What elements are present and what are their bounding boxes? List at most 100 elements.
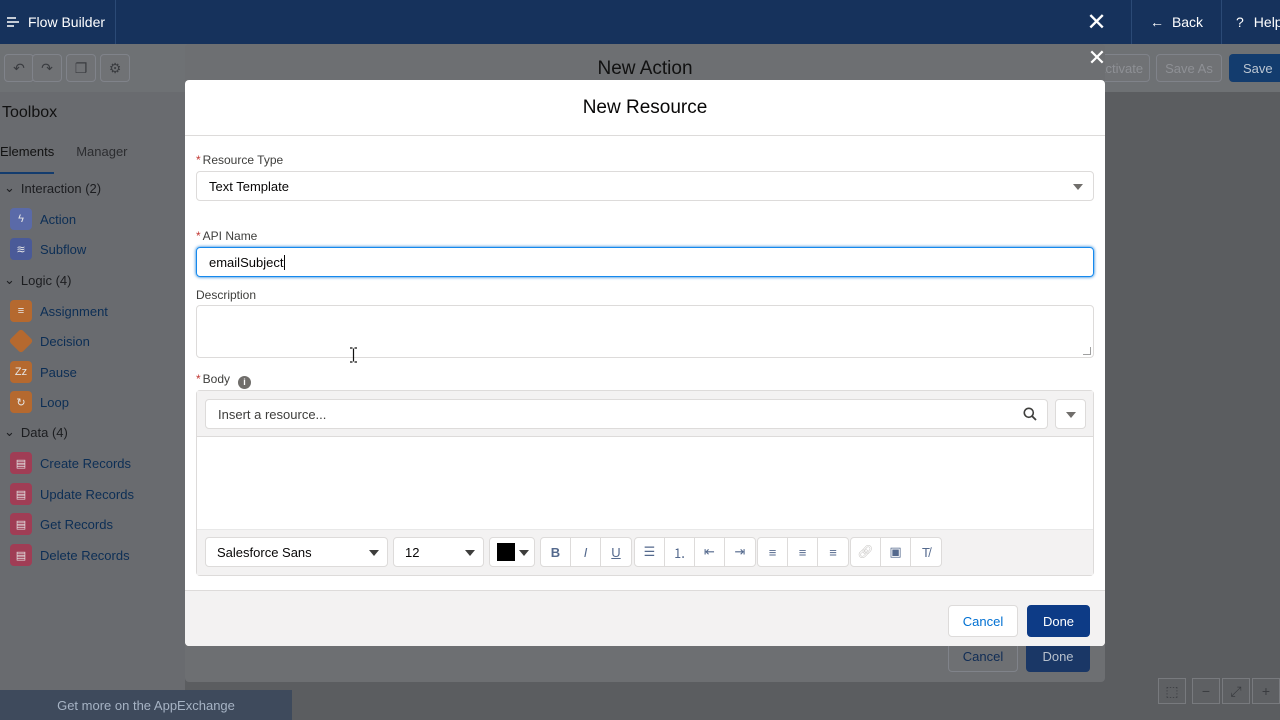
info-icon[interactable]: i: [238, 375, 252, 389]
search-icon: [1023, 407, 1037, 421]
resource-type-select[interactable]: Text Template: [196, 171, 1094, 201]
help-button[interactable]: ? Help: [1222, 0, 1280, 44]
modal-title: New Resource: [582, 96, 708, 118]
required-marker: *: [196, 229, 201, 243]
description-label: Description: [196, 288, 256, 302]
item-label: Get Records: [40, 516, 113, 532]
text-color-picker[interactable]: [489, 537, 535, 567]
bold-button[interactable]: B: [541, 538, 571, 566]
select-elements-button[interactable]: ⬚: [1158, 678, 1186, 704]
api-name-label: * API Name: [196, 229, 257, 243]
resource-menu-button[interactable]: [1055, 399, 1086, 429]
item-label: Pause: [40, 364, 77, 380]
item-label: Assignment: [40, 303, 108, 319]
resize-handle-icon[interactable]: [1083, 347, 1091, 355]
cancel-label: Cancel: [962, 648, 1004, 664]
equals-icon: ≡: [10, 300, 32, 322]
toolbox-item-action[interactable]: ϟ Action: [10, 208, 76, 230]
expand-icon: ⤢: [1230, 682, 1242, 699]
section-interaction[interactable]: ⌄ Interaction (2): [4, 180, 101, 196]
bulleted-list-icon: ☰: [643, 544, 656, 559]
zoom-in-button[interactable]: +: [1252, 678, 1280, 704]
numbered-list-button[interactable]: ⒈: [665, 538, 695, 566]
toolbox-item-assignment[interactable]: ≡ Assignment: [10, 300, 108, 322]
caret-down-icon: [1066, 412, 1076, 418]
align-left-button[interactable]: ≡: [758, 538, 788, 566]
align-center-icon: ≡: [798, 544, 807, 560]
indent-increase-button[interactable]: ⇥: [725, 538, 755, 566]
label-text: API Name: [202, 229, 258, 243]
toolbox-item-get-records[interactable]: ▤ Get Records: [10, 513, 113, 535]
section-logic[interactable]: ⌄ Logic (4): [4, 272, 71, 288]
appexchange-link[interactable]: Get more on the AppExchange: [0, 690, 292, 720]
fit-view-button[interactable]: ⤢: [1222, 678, 1250, 704]
image-button[interactable]: ▣: [881, 538, 911, 566]
rich-text-toolbar: Salesforce Sans 12 B I U ☰ ⒈ ⇤ ⇥ ≡ ≡ ≡ 🔗…: [197, 529, 1093, 575]
tab-manager[interactable]: Manager: [76, 144, 127, 174]
toolbox-item-decision[interactable]: Decision: [8, 328, 90, 354]
done-label: Done: [1042, 648, 1074, 664]
toolbox-item-pause[interactable]: Zz Pause: [10, 361, 77, 383]
section-label: Logic (4): [20, 272, 72, 288]
toolbox-item-update-records[interactable]: ▤ Update Records: [10, 483, 134, 505]
item-label: Loop: [40, 394, 69, 410]
selected-value: Text Template: [209, 178, 289, 194]
underline-button[interactable]: U: [601, 538, 631, 566]
clear-formatting-button[interactable]: T̸: [911, 538, 941, 566]
italic-button[interactable]: I: [571, 538, 601, 566]
flow-icon: ≋: [10, 238, 32, 260]
required-marker: *: [196, 372, 201, 386]
font-family-value: Salesforce Sans: [217, 544, 312, 560]
rich-text-area[interactable]: [197, 437, 1093, 529]
lightning-icon: ϟ: [10, 208, 32, 230]
tab-elements[interactable]: Elements: [0, 144, 55, 174]
bulleted-list-button[interactable]: ☰: [635, 538, 665, 566]
close-icon: ✕: [1087, 45, 1107, 70]
back-button[interactable]: ← Back: [1132, 0, 1222, 44]
resource-type-label: * Resource Type: [196, 153, 283, 167]
toolbox-item-create-records[interactable]: ▤ Create Records: [10, 452, 131, 474]
toolbox-panel: Toolbox Elements Manager ⌄ Interaction (…: [0, 92, 185, 690]
save-button[interactable]: Save: [1229, 54, 1280, 82]
record-create-icon: ▤: [10, 452, 32, 474]
align-right-button[interactable]: ≡: [818, 538, 848, 566]
section-data[interactable]: ⌄ Data (4): [4, 424, 68, 440]
redo-button[interactable]: ↷: [32, 54, 62, 82]
toolbox-item-subflow[interactable]: ≋ Subflow: [10, 238, 86, 260]
plus-icon: +: [1261, 683, 1271, 699]
align-right-icon: ≡: [829, 544, 837, 560]
list-group: ☰ ⒈ ⇤ ⇥: [634, 537, 756, 567]
toolbox-item-loop[interactable]: ↻ Loop: [10, 391, 69, 413]
copy-button[interactable]: ❐: [66, 54, 96, 82]
app-brand: Flow Builder: [0, 0, 116, 44]
api-name-input[interactable]: emailSubject: [196, 247, 1094, 277]
close-flow-builder-button[interactable]: ✕: [1062, 0, 1132, 44]
font-size-select[interactable]: 12: [393, 537, 484, 567]
done-label: Done: [1042, 613, 1075, 629]
font-family-select[interactable]: Salesforce Sans: [205, 537, 388, 567]
settings-button[interactable]: ⚙: [100, 54, 130, 82]
undo-button[interactable]: ↶: [4, 54, 34, 82]
item-label: Action: [40, 211, 77, 227]
numbered-list-icon: ⒈: [672, 545, 686, 561]
toolbox-title: Toolbox: [2, 104, 58, 121]
select-icon: ⬚: [1165, 682, 1179, 699]
toolbox-tabs: Elements Manager: [0, 144, 185, 174]
align-center-button[interactable]: ≡: [788, 538, 818, 566]
record-update-icon: ▤: [10, 483, 32, 505]
done-button[interactable]: Done: [1027, 605, 1090, 637]
indent-decrease-button[interactable]: ⇤: [695, 538, 725, 566]
link-button[interactable]: 🔗︎: [851, 538, 881, 566]
toolbox-item-delete-records[interactable]: ▤ Delete Records: [10, 544, 130, 566]
align-group: ≡ ≡ ≡: [757, 537, 849, 567]
description-textarea[interactable]: [196, 305, 1094, 358]
save-as-button[interactable]: Save As: [1156, 54, 1222, 82]
cancel-button[interactable]: Cancel: [948, 605, 1018, 637]
format-group: B I U: [540, 537, 632, 567]
close-modal-button[interactable]: ✕: [1085, 45, 1109, 70]
zoom-out-button[interactable]: −: [1192, 678, 1220, 704]
underline-icon: U: [611, 544, 621, 560]
image-icon: ▣: [889, 544, 902, 559]
save-as-label: Save As: [1165, 60, 1213, 76]
insert-resource-combobox[interactable]: Insert a resource...: [205, 399, 1048, 429]
